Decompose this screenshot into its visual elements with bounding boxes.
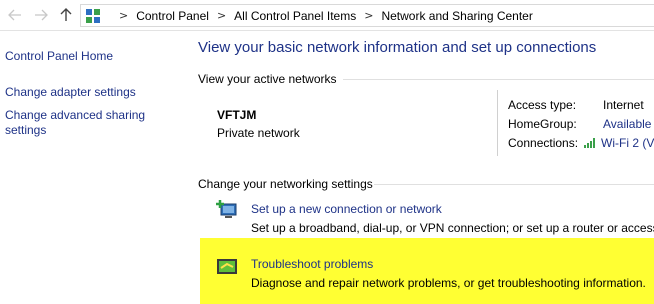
breadcrumb-control-panel[interactable]: Control Panel [136,9,209,23]
connections-label: Connections: [508,136,579,150]
section-divider [374,184,654,185]
new-connection-icon [215,198,239,222]
breadcrumb-separator: > [119,9,129,22]
page-title: View your basic network information and … [198,39,597,56]
access-type-value: Internet [603,98,644,112]
troubleshoot-problems-link[interactable]: Troubleshoot problems [251,257,373,271]
setup-connection-link[interactable]: Set up a new connection or network [251,202,442,216]
control-panel-icon [85,8,101,24]
settings-heading: Change your networking settings [198,177,373,191]
change-advanced-sharing-link[interactable]: Change advanced sharing settings [5,108,180,138]
homegroup-label: HomeGroup: [508,117,577,131]
section-divider [343,79,654,80]
troubleshoot-problems-description: Diagnose and repair network problems, or… [251,276,646,290]
homegroup-link[interactable]: Available [603,117,651,131]
network-divider [497,90,498,156]
main-content: View your basic network information and … [185,32,654,304]
back-arrow-icon [8,9,21,21]
breadcrumb-separator: > [364,9,374,22]
address-bar: > Control Panel > All Control Panel Item… [0,0,654,31]
wifi-signal-icon [583,137,597,149]
change-adapter-settings-link[interactable]: Change adapter settings [5,85,180,100]
back-button[interactable] [6,6,24,24]
access-type-label: Access type: [508,98,577,112]
up-button[interactable] [57,6,75,24]
left-pane: Control Panel Home Change adapter settin… [0,32,185,304]
connection-link[interactable]: Wi-Fi 2 (V [583,136,654,150]
network-type: Private network [217,126,300,140]
setup-connection-description: Set up a broadband, dial-up, or VPN conn… [251,221,654,235]
network-name: VFTJM [217,108,257,122]
forward-arrow-icon [35,9,48,21]
breadcrumb-separator: > [216,9,227,22]
up-arrow-icon [60,8,72,21]
breadcrumb-network-sharing[interactable]: Network and Sharing Center [381,9,532,23]
breadcrumb-all-items[interactable]: All Control Panel Items [234,9,356,23]
breadcrumb[interactable]: > Control Panel > All Control Panel Item… [80,4,654,27]
control-panel-home-link[interactable]: Control Panel Home [5,49,180,64]
connection-name: Wi-Fi 2 (V [601,136,654,150]
troubleshoot-icon [215,254,239,278]
active-networks-heading: View your active networks [198,72,337,86]
forward-button[interactable] [32,6,50,24]
